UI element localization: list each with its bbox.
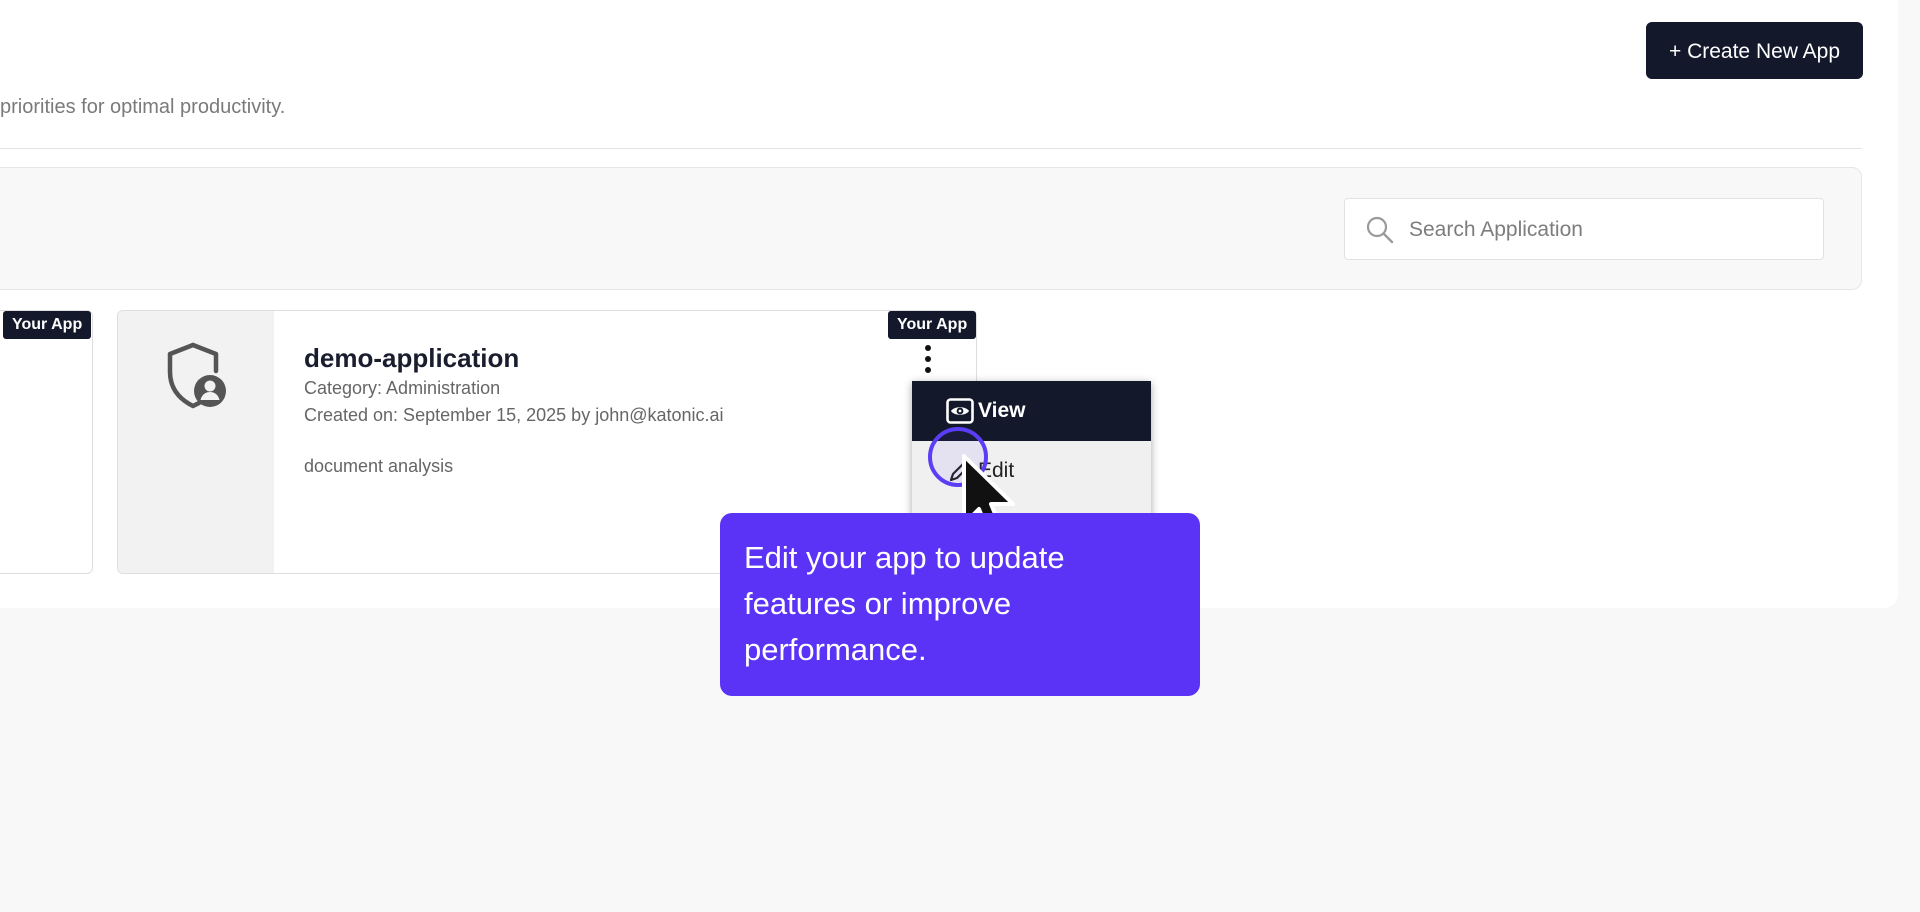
header-divider: [0, 148, 1862, 149]
kebab-menu-icon: [925, 345, 931, 373]
app-created-info: Created on: September 15, 2025 by john@k…: [304, 405, 724, 425]
more-options-button[interactable]: [915, 344, 941, 374]
app-card[interactable]: [0, 310, 93, 574]
onboarding-tooltip: Edit your app to update features or impr…: [720, 513, 1200, 696]
page-subtitle: priorities for optimal productivity.: [0, 96, 286, 118]
app-thumbnail: [118, 311, 274, 573]
your-app-badge: Your App: [888, 311, 977, 339]
eye-icon: [946, 398, 974, 424]
search-input[interactable]: [1407, 199, 1811, 261]
app-title[interactable]: demo-application: [304, 343, 519, 374]
shield-user-icon: [167, 342, 226, 409]
menu-item-label: View: [978, 399, 1026, 422]
create-new-app-button[interactable]: + Create New App: [1646, 22, 1863, 79]
your-app-badge: Your App: [3, 311, 92, 339]
search-icon: [1366, 216, 1394, 244]
search-box[interactable]: [1344, 198, 1824, 261]
app-category: Category: Administration: [304, 378, 501, 398]
app-description: document analysis: [304, 456, 454, 476]
